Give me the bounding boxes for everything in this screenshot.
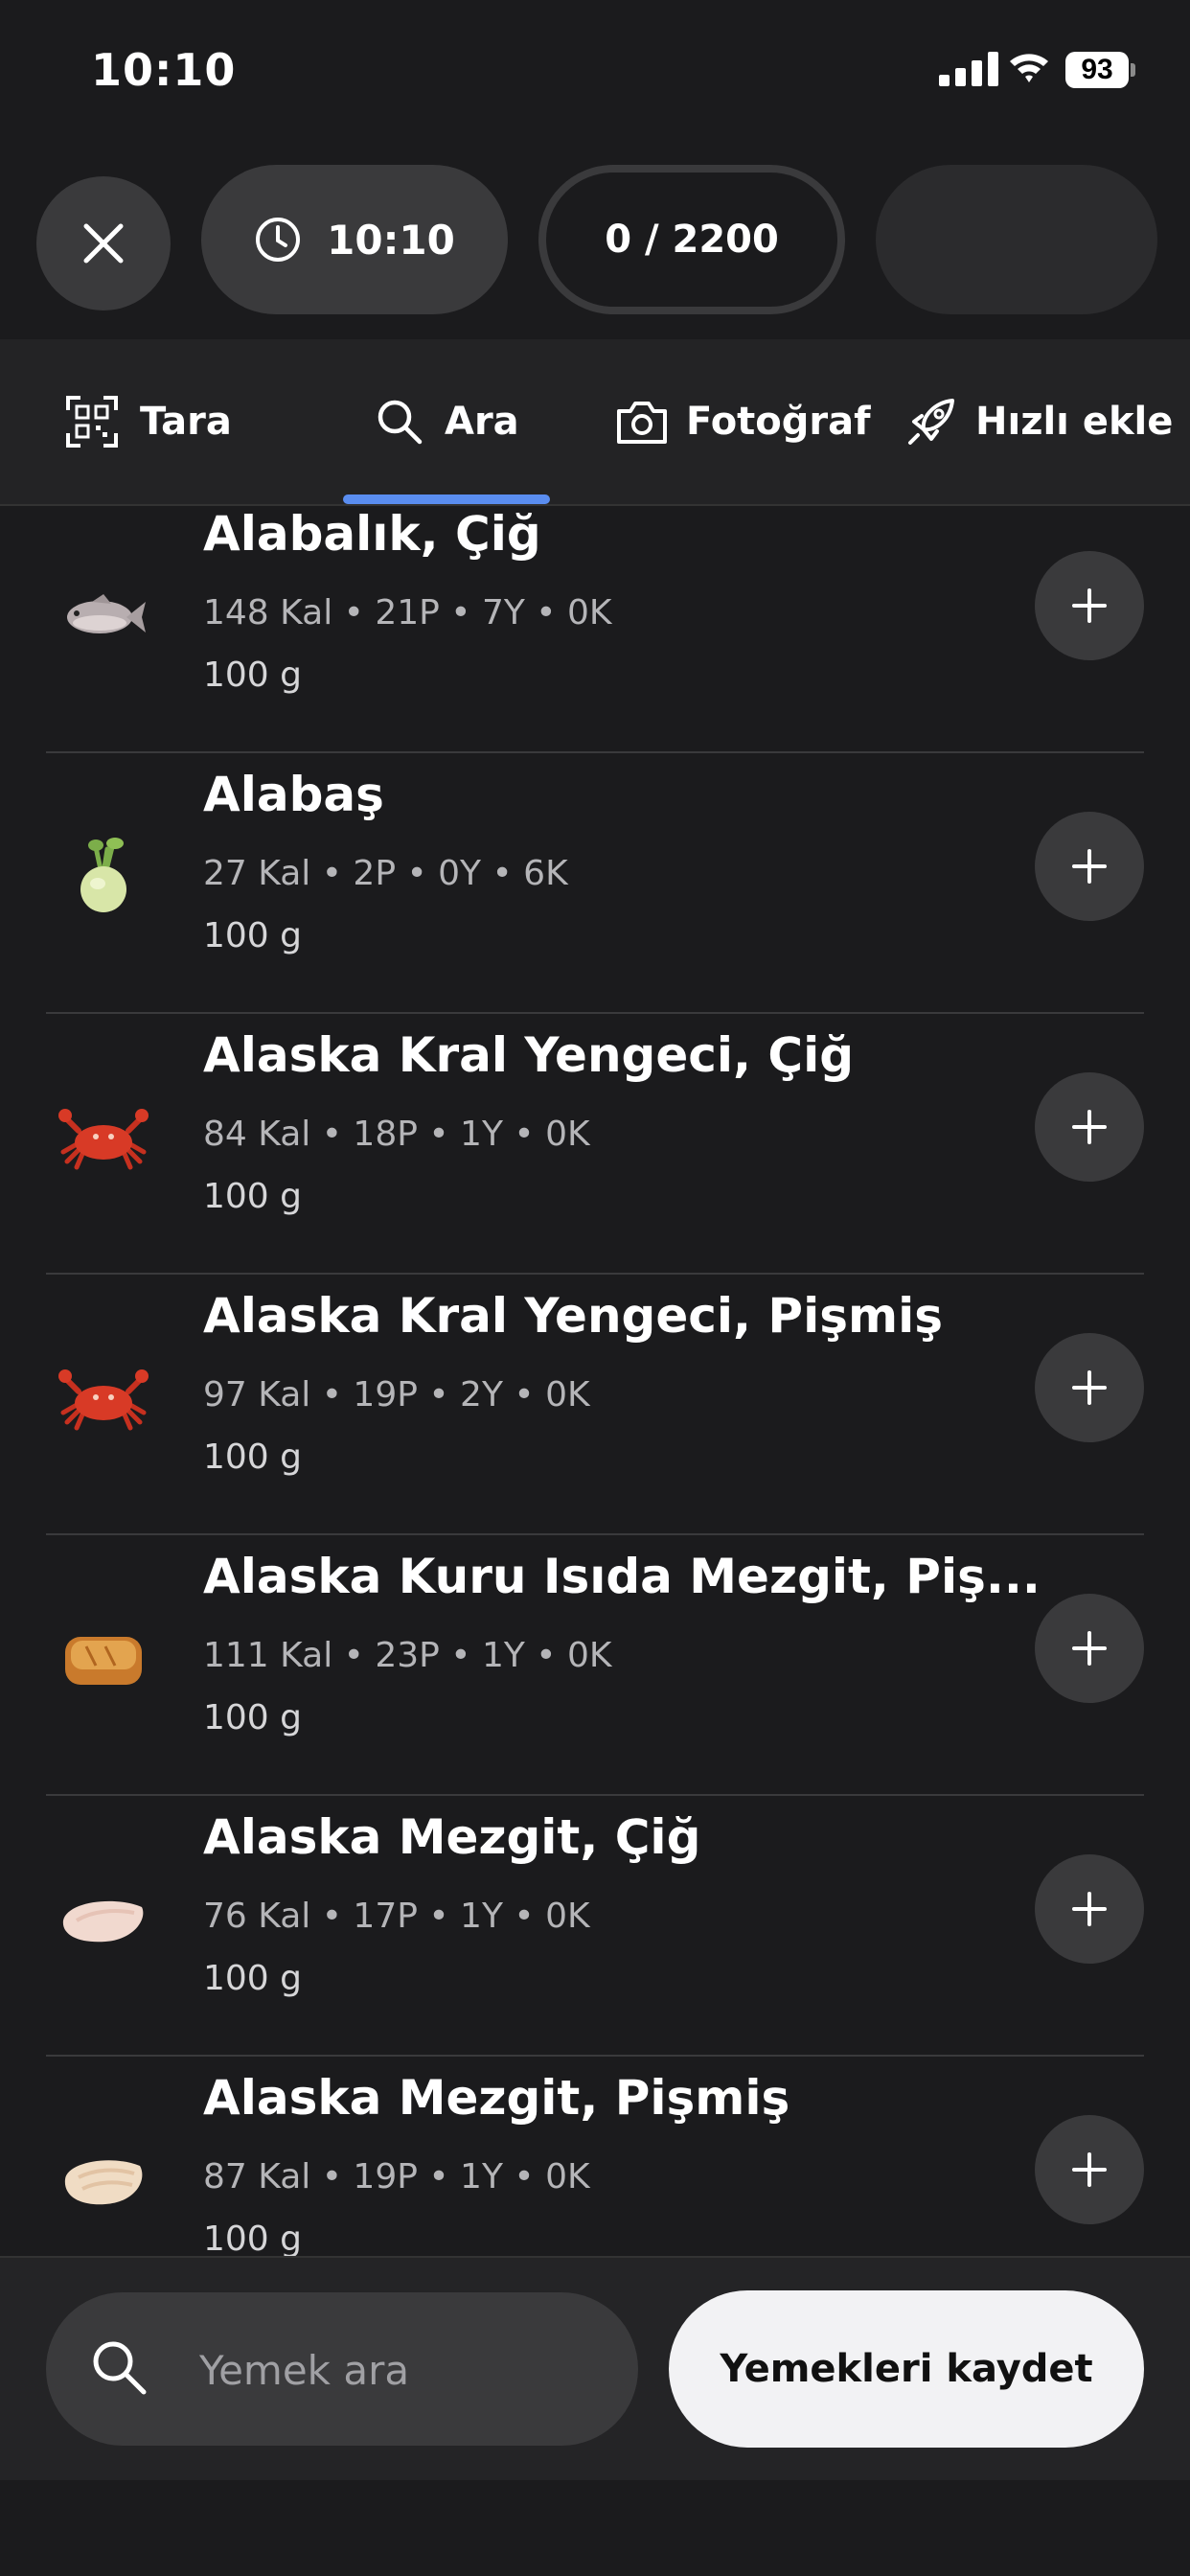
plus-icon (1072, 1370, 1107, 1405)
wifi-icon (1010, 54, 1048, 82)
camera-icon (617, 402, 667, 444)
add-food-button[interactable] (1035, 812, 1144, 921)
food-name: Alabaş (203, 767, 384, 822)
list-item[interactable]: Alaska Kral Yengeci, Çiğ 84 Kal • 18P • … (46, 1014, 1144, 1275)
food-macros: 87 Kal • 19P • 1Y • 0K (203, 2157, 590, 2196)
extra-pill[interactable] (876, 165, 1157, 314)
add-food-button[interactable] (1035, 1854, 1144, 1964)
add-food-button[interactable] (1035, 1594, 1144, 1703)
food-name: Alaska Kral Yengeci, Çiğ (203, 1027, 855, 1083)
food-name: Alaska Mezgit, Pişmiş (203, 2070, 790, 2126)
plus-icon (1072, 588, 1107, 623)
tab-quick-add[interactable]: Hızlı ekle (904, 339, 1173, 504)
plus-icon (1072, 1892, 1107, 1926)
food-name: Alaska Kral Yengeci, Pişmiş (203, 1288, 943, 1344)
bottom-bar: Yemekleri kaydet (0, 2256, 1190, 2480)
food-macros: 27 Kal • 2P • 0Y • 6K (203, 854, 568, 893)
save-foods-button[interactable]: Yemekleri kaydet (669, 2290, 1144, 2448)
fish-fillet-icon (64, 2160, 143, 2205)
fish-icon (67, 594, 146, 633)
tab-search[interactable]: Ara (376, 339, 519, 504)
search-icon (378, 400, 423, 445)
tab-photo-label: Fotoğraf (686, 400, 871, 444)
list-item[interactable]: Alaska Kuru Isıda Mezgit, Piş... 111 Kal… (46, 1535, 1144, 1796)
status-time: 10:10 (91, 44, 237, 96)
food-name: Alabalık, Çiğ (203, 506, 541, 562)
add-food-button[interactable] (1035, 1333, 1144, 1442)
battery-tip (1131, 63, 1135, 77)
close-icon (83, 223, 124, 264)
tab-scan-label: Tara (140, 400, 232, 444)
search-icon (93, 2341, 147, 2395)
list-item[interactable]: Alabalık, Çiğ 148 Kal • 21P • 7Y • 0K 10… (46, 504, 1144, 753)
calorie-counter-label: 0 / 2200 (605, 218, 779, 262)
list-item[interactable]: Alaska Mezgit, Pişmiş 87 Kal • 19P • 1Y … (46, 2057, 1144, 2256)
food-name: Alaska Mezgit, Çiğ (203, 1809, 701, 1865)
food-macros: 111 Kal • 23P • 1Y • 0K (203, 1636, 612, 1675)
clock-icon (256, 218, 301, 262)
meal-time-label: 10:10 (327, 216, 455, 264)
signal-icon (939, 52, 1000, 86)
tab-scan[interactable]: Tara (65, 339, 232, 504)
list-item[interactable]: Alaska Kral Yengeci, Pişmiş 97 Kal • 19P… (46, 1275, 1144, 1535)
kohlrabi-icon (80, 838, 126, 912)
food-portion: 100 g (203, 916, 303, 955)
plus-icon (1072, 2152, 1107, 2187)
rocket-icon (908, 399, 954, 445)
food-portion: 100 g (203, 656, 303, 695)
status-bar: 10:10 93 (0, 0, 1190, 144)
food-name: Alaska Kuru Isıda Mezgit, Piş... (203, 1549, 1041, 1604)
crab-icon (58, 1109, 149, 1170)
add-food-button[interactable] (1035, 551, 1144, 660)
food-search-input[interactable] (197, 2331, 604, 2409)
food-macros: 148 Kal • 21P • 7Y • 0K (203, 593, 612, 632)
baked-fish-icon (65, 1637, 142, 1685)
add-food-button[interactable] (1035, 1072, 1144, 1182)
tab-quick-add-label: Hızlı ekle (975, 400, 1174, 444)
calorie-counter: 0 / 2200 (538, 165, 845, 314)
food-portion: 100 g (203, 1698, 303, 1737)
battery-indicator: 93 (1065, 52, 1129, 88)
list-item[interactable]: Alaska Mezgit, Çiğ 76 Kal • 17P • 1Y • 0… (46, 1796, 1144, 2057)
crab-icon (58, 1369, 149, 1431)
tab-search-label: Ara (445, 400, 519, 444)
food-macros: 84 Kal • 18P • 1Y • 0K (203, 1115, 590, 1154)
add-food-button[interactable] (1035, 2115, 1144, 2224)
meal-time-button[interactable]: 10:10 (201, 165, 508, 314)
active-tab-indicator (343, 494, 550, 504)
food-macros: 97 Kal • 19P • 2Y • 0K (203, 1375, 590, 1414)
plus-icon (1072, 849, 1107, 884)
food-list[interactable]: Alabalık, Çiğ 148 Kal • 21P • 7Y • 0K 10… (0, 504, 1190, 2256)
tab-photo[interactable]: Fotoğraf (615, 339, 871, 504)
food-portion: 100 g (203, 1438, 303, 1477)
close-button[interactable] (36, 176, 171, 310)
fish-fillet-icon (62, 1900, 144, 1943)
food-portion: 100 g (203, 2220, 303, 2256)
list-item[interactable]: Alabaş 27 Kal • 2P • 0Y • 6K 100 g (46, 753, 1144, 1014)
plus-icon (1072, 1631, 1107, 1666)
mode-tabs: Tara Ara Fotoğraf Hızlı ekle (0, 339, 1190, 506)
qr-scan-icon (66, 396, 118, 448)
food-search-box[interactable] (46, 2292, 638, 2446)
food-portion: 100 g (203, 1177, 303, 1216)
food-portion: 100 g (203, 1959, 303, 1998)
plus-icon (1072, 1110, 1107, 1144)
header-controls: 10:10 0 / 2200 (0, 165, 1190, 318)
food-macros: 76 Kal • 17P • 1Y • 0K (203, 1897, 590, 1936)
